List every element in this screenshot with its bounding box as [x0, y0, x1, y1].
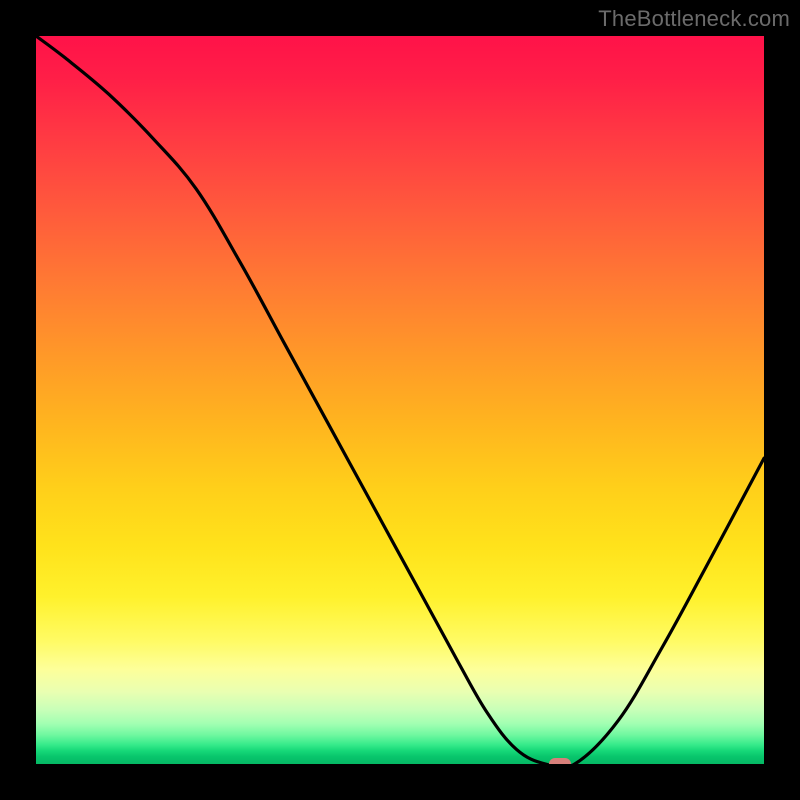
bottleneck-curve [36, 36, 764, 764]
chart-frame: TheBottleneck.com line [0, 0, 800, 800]
plot-area [36, 36, 764, 764]
attribution-text: TheBottleneck.com [598, 6, 790, 32]
curve-layer [36, 36, 764, 764]
minimum-marker [549, 758, 571, 764]
